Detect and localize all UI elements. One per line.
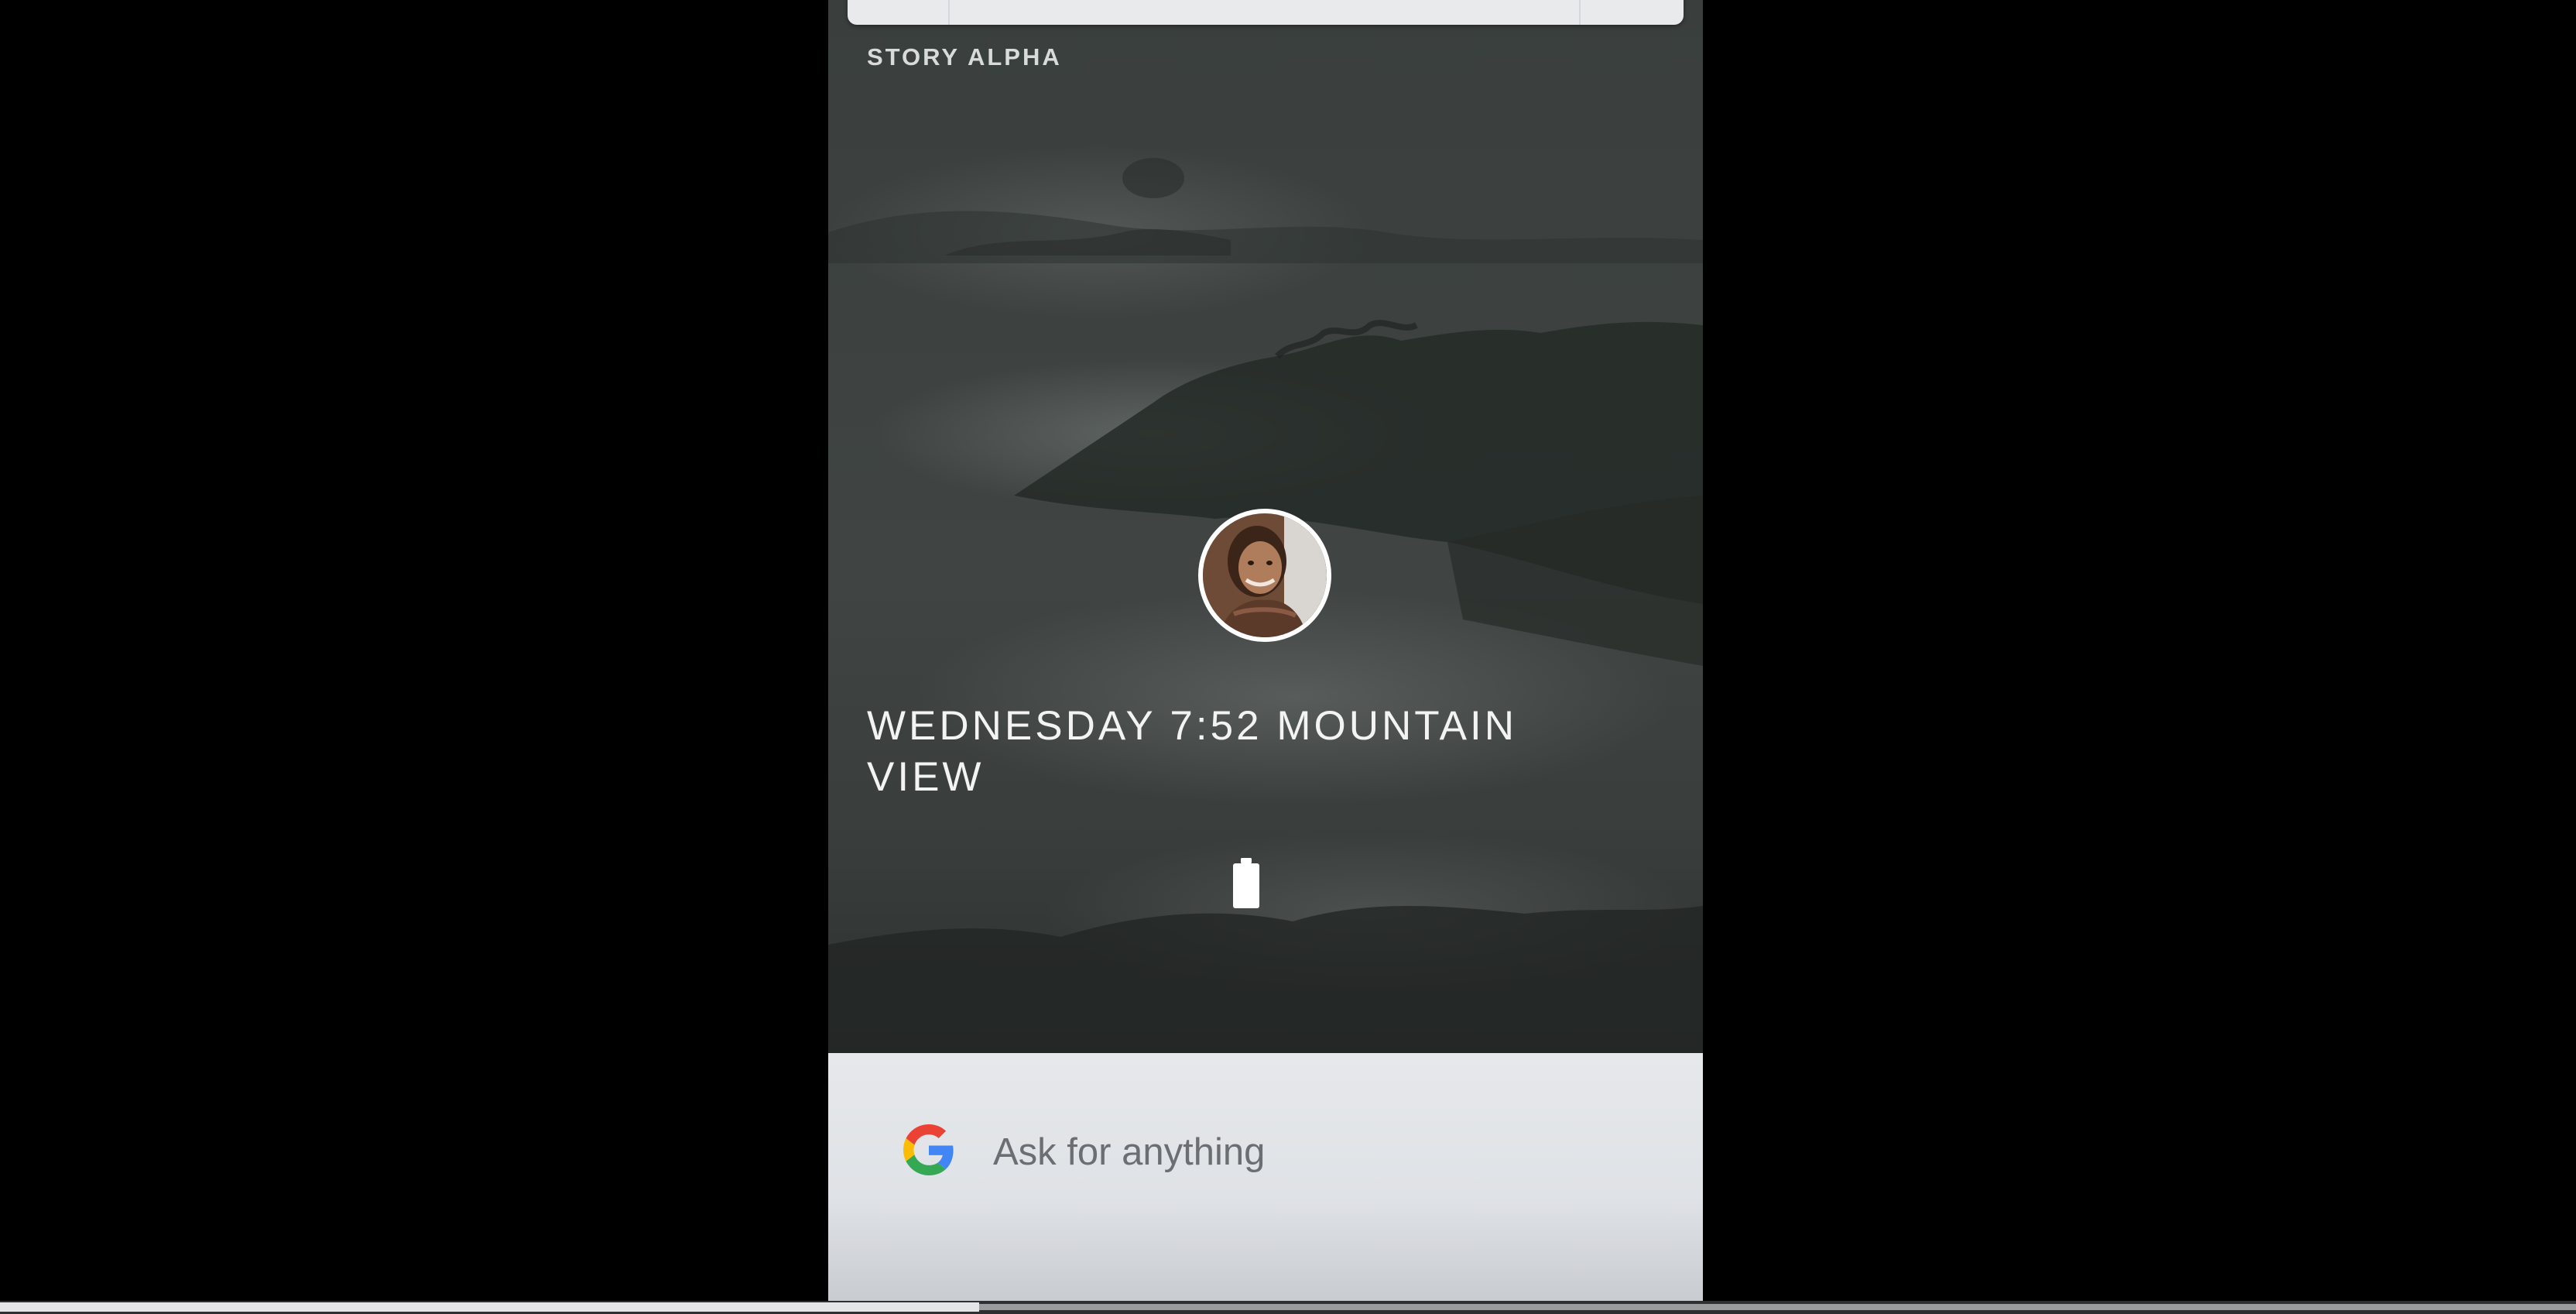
assistant-search-bar[interactable]: Ask for anything (828, 1053, 1703, 1314)
google-g-icon (903, 1124, 954, 1175)
top-card-edge[interactable] (848, 0, 1684, 25)
card-divider (948, 0, 950, 25)
avatar-photo (1203, 513, 1327, 637)
story-label: STORY ALPHA (867, 43, 1062, 70)
assistant-prompt[interactable]: Ask for anything (993, 1130, 1265, 1174)
video-progress-buffered (979, 1304, 2576, 1310)
screen: STORY ALPHA WEDNESDAY 7:52 MOUNTAIN VIEW (0, 0, 2576, 1314)
phone-frame: STORY ALPHA WEDNESDAY 7:52 MOUNTAIN VIEW (828, 0, 1703, 1314)
battery-icon (1233, 858, 1259, 908)
card-divider (1579, 0, 1581, 25)
video-progress-played (0, 1302, 979, 1312)
date-time-location: WEDNESDAY 7:52 MOUNTAIN VIEW (867, 703, 1518, 800)
user-avatar[interactable] (1198, 509, 1331, 642)
